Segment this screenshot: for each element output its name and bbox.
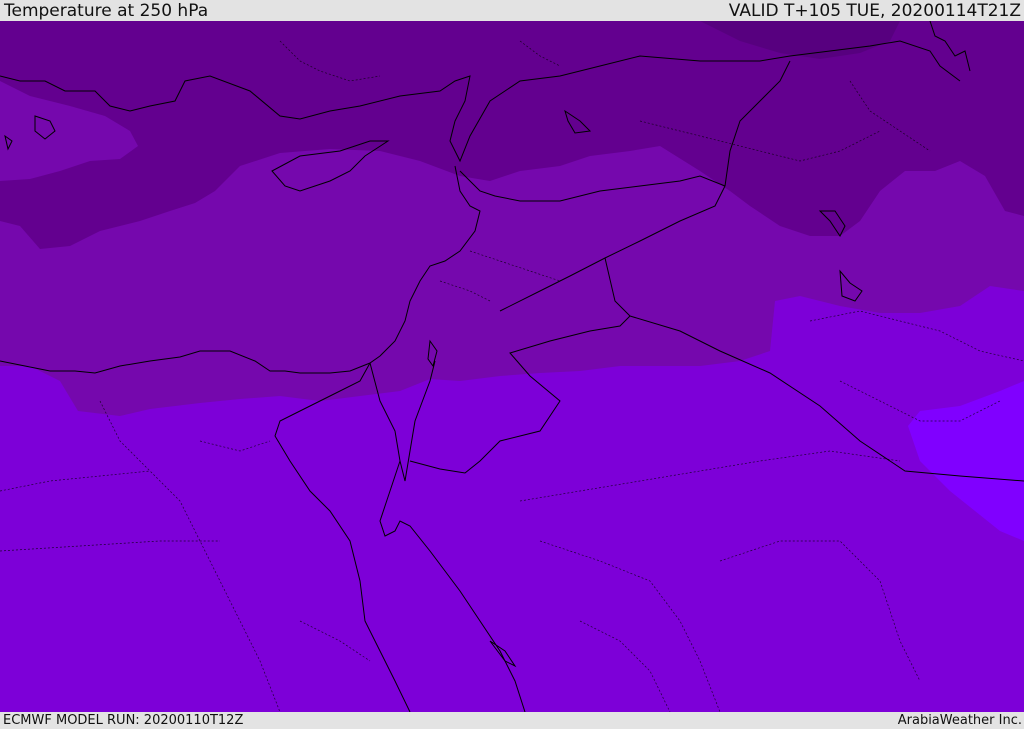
map-area[interactable] [0,21,1024,712]
map-title: Temperature at 250 hPa [4,0,209,21]
header-bar: Temperature at 250 hPa VALID T+105 TUE, … [0,0,1024,21]
credit: ArabiaWeather Inc. [897,713,1022,728]
valid-time: VALID T+105 TUE, 20200114T21Z [728,0,1021,21]
model-run: ECMWF MODEL RUN: 20200110T12Z [3,713,244,728]
temperature-map [0,21,1024,712]
footer-bar: ECMWF MODEL RUN: 20200110T12Z ArabiaWeat… [0,712,1024,729]
map-frame: Temperature at 250 hPa VALID T+105 TUE, … [0,0,1024,729]
